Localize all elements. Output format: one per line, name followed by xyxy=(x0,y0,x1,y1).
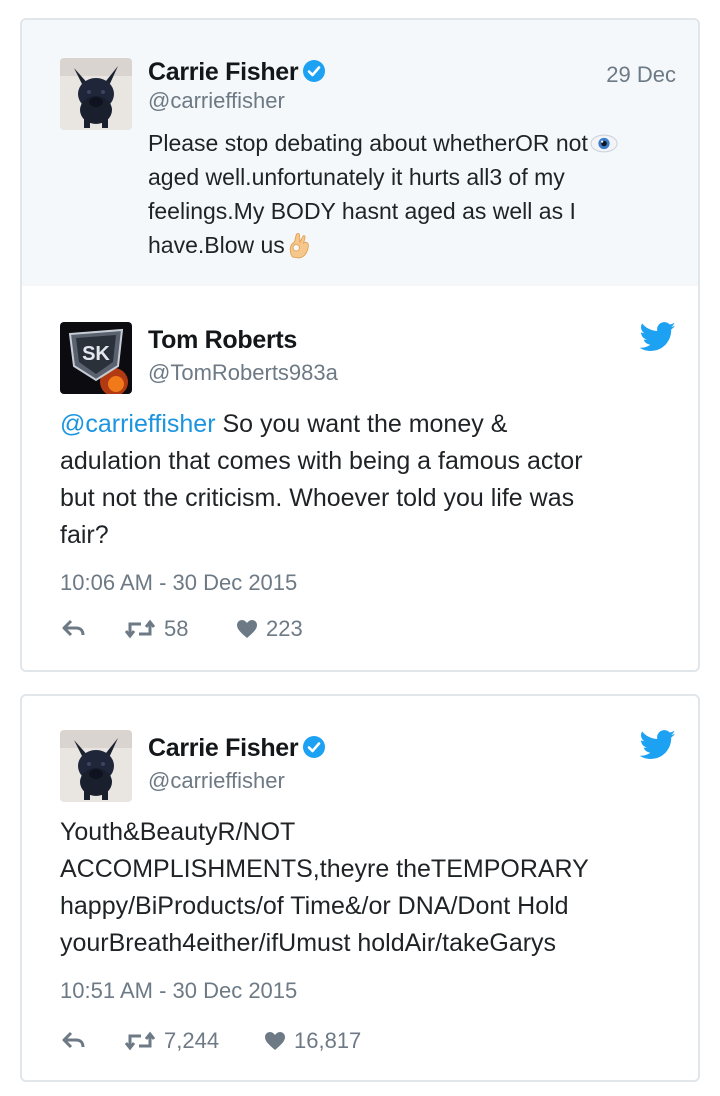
author-handle[interactable]: @carrieffisher xyxy=(148,768,285,794)
author-name-text: Carrie Fisher xyxy=(148,734,299,762)
sk-logo-avatar-icon: SK xyxy=(60,322,132,394)
tweet-card-response[interactable]: Carrie Fisher @carrieffisher Youth&Beaut… xyxy=(20,694,700,1082)
mention-link[interactable]: @carrieffisher xyxy=(60,410,216,438)
text-line-2: aged well.unfortunately it hurts all3 of… xyxy=(148,164,565,190)
eye-emoji-icon xyxy=(590,134,618,153)
retweet-count: 58 xyxy=(164,616,189,641)
reply-icon xyxy=(62,619,85,637)
author-handle[interactable]: @TomRoberts983a xyxy=(148,360,338,386)
dog-avatar-icon xyxy=(60,730,132,802)
text-line-1: Youth&BeautyR/NOT xyxy=(60,818,296,846)
text-line: Please stop debating about whetherOR not xyxy=(148,126,688,160)
author-name[interactable]: Carrie Fisher xyxy=(148,58,326,87)
retweet-icon xyxy=(124,619,156,639)
reply-button[interactable] xyxy=(62,619,124,639)
reply-tweet-text: @carrieffisher So you want the money & a… xyxy=(60,406,680,554)
tweet-card-reply[interactable]: Carrie Fisher @carrieffisher 29 Dec Plea… xyxy=(20,18,700,672)
retweet-button[interactable]: 58 xyxy=(124,616,236,642)
text-line-1: Please stop debating about whetherOR not xyxy=(148,130,588,156)
twitter-bird-icon[interactable] xyxy=(640,730,676,760)
tweet-date[interactable]: 29 Dec xyxy=(606,62,676,88)
text-line-2: adulation that comes with being a famous… xyxy=(60,447,583,475)
text-line-3: but not the criticism. Whoever told you … xyxy=(60,484,575,512)
avatar-carrie-fisher[interactable] xyxy=(60,730,132,802)
author-name[interactable]: Carrie Fisher xyxy=(148,734,326,763)
svg-text:SK: SK xyxy=(82,343,110,365)
text-line-2: ACCOMPLISHMENTS,theyre theTEMPORARY xyxy=(60,855,589,883)
response-tweet-text: Youth&BeautyR/NOT ACCOMPLISHMENTS,theyre… xyxy=(60,814,690,962)
ok-hand-emoji-icon xyxy=(289,233,309,259)
like-button[interactable]: 223 xyxy=(236,616,303,642)
verified-badge-icon xyxy=(303,736,326,758)
retweet-button[interactable]: 7,244 xyxy=(124,1028,264,1054)
like-button[interactable]: 16,817 xyxy=(264,1028,361,1054)
avatar-carrie-fisher[interactable] xyxy=(60,58,132,130)
text-line-4: fair? xyxy=(60,521,109,549)
retweet-icon xyxy=(124,1031,156,1051)
text-line-3: happy/BiProducts/of Time&/or DNA/Dont Ho… xyxy=(60,892,569,920)
reply-button[interactable] xyxy=(62,1031,124,1051)
tweet-timestamp[interactable]: 10:06 AM - 30 Dec 2015 xyxy=(60,570,297,596)
author-name[interactable]: Tom Roberts xyxy=(148,326,297,355)
text-line-1: So you want the money & xyxy=(215,410,508,438)
tweet-actions: 7,244 16,817 xyxy=(62,1028,361,1054)
verified-badge-icon xyxy=(303,60,326,82)
author-name-text: Carrie Fisher xyxy=(148,58,299,86)
retweet-count: 7,244 xyxy=(164,1028,220,1053)
heart-icon xyxy=(237,620,257,638)
text-line-3: feelings.My BODY hasnt aged as well as I xyxy=(148,198,576,224)
text-line-4: yourBreath4either/ifUmust holdAir/takeGa… xyxy=(60,929,557,957)
text-line: @carrieffisher So you want the money & xyxy=(60,406,680,443)
quoted-tweet-text: Please stop debating about whetherOR not… xyxy=(148,126,688,262)
twitter-bird-icon[interactable] xyxy=(640,322,676,352)
author-handle[interactable]: @carrieffisher xyxy=(148,88,285,114)
dog-avatar-icon xyxy=(60,58,132,130)
text-line-4: have.Blow us xyxy=(148,232,285,258)
like-count: 223 xyxy=(266,616,303,641)
tweet-actions: 58 223 xyxy=(62,616,303,642)
heart-icon xyxy=(265,1032,285,1050)
tweet-timestamp[interactable]: 10:51 AM - 30 Dec 2015 xyxy=(60,978,297,1004)
reply-icon xyxy=(62,1031,85,1049)
text-line: have.Blow us xyxy=(148,228,688,262)
avatar-tom-roberts[interactable]: SK xyxy=(60,322,132,394)
quoted-tweet[interactable]: Carrie Fisher @carrieffisher 29 Dec Plea… xyxy=(22,20,698,286)
like-count: 16,817 xyxy=(294,1028,362,1053)
